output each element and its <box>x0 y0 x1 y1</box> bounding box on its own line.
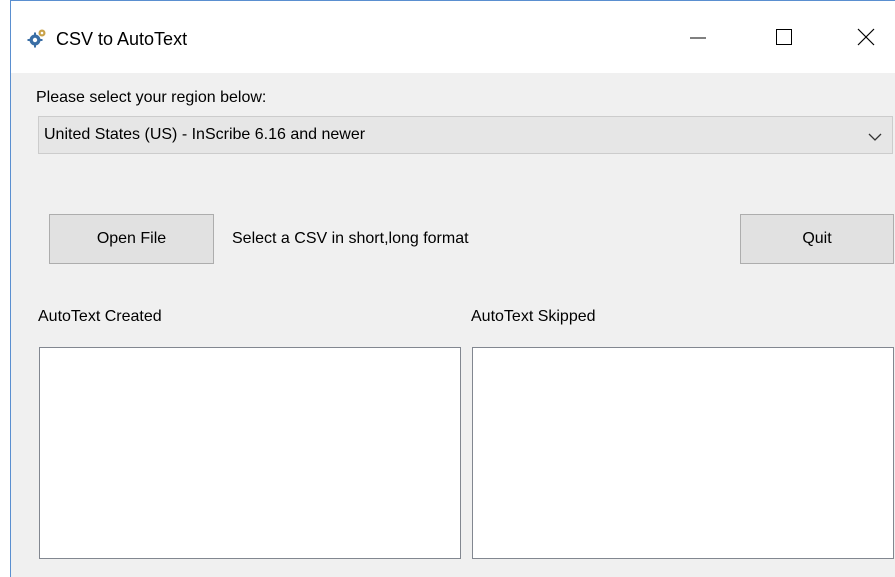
open-file-button[interactable]: Open File <box>49 214 214 264</box>
window-title: CSV to AutoText <box>56 29 188 49</box>
region-selected-value: United States (US) - InScribe 6.16 and n… <box>44 126 366 143</box>
maximize-button[interactable] <box>761 15 807 59</box>
app-window: CSV to AutoText Please select your regio… <box>10 0 895 577</box>
region-label: Please select your region below: <box>36 89 267 106</box>
csv-format-hint: Select a CSV in short,long format <box>232 230 469 247</box>
autotext-created-list[interactable] <box>39 347 461 559</box>
maximize-icon <box>776 29 792 45</box>
quit-button[interactable]: Quit <box>740 214 894 264</box>
chevron-down-icon <box>868 129 882 147</box>
close-icon <box>857 28 875 46</box>
minimize-icon <box>690 37 706 39</box>
title-bar[interactable]: CSV to AutoText <box>11 1 895 73</box>
minimize-button[interactable] <box>675 15 721 59</box>
region-select[interactable]: United States (US) - InScribe 6.16 and n… <box>38 116 893 154</box>
gear-icon <box>27 28 47 48</box>
close-button[interactable] <box>843 15 889 59</box>
created-list-label: AutoText Created <box>38 308 162 325</box>
autotext-skipped-list[interactable] <box>472 347 894 559</box>
skipped-list-label: AutoText Skipped <box>471 308 596 325</box>
